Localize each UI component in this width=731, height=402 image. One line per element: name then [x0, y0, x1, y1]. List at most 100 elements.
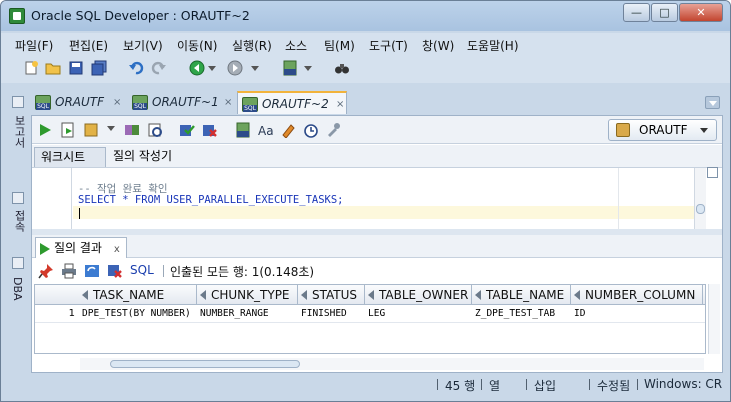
tools-icon[interactable]: [325, 122, 341, 138]
dba-panel-tab[interactable]: DBA: [11, 277, 24, 301]
document-tabs: ORAUTF × ORAUTF~1 × ORAUTF~2 ×: [31, 91, 721, 115]
tab-query-result[interactable]: 질의 결과 x: [35, 237, 127, 258]
sql-history-icon[interactable]: [303, 122, 319, 138]
column-header-table-name[interactable]: TABLE_NAME: [472, 285, 571, 305]
menu-file[interactable]: 파일(F): [15, 37, 53, 54]
autotrace-icon[interactable]: [83, 122, 99, 138]
new-file-icon[interactable]: [23, 60, 39, 76]
panel-option-checkbox[interactable]: [707, 167, 718, 178]
menu-edit[interactable]: 편집(E): [69, 37, 108, 54]
back-icon[interactable]: [189, 60, 205, 76]
current-line-highlight: [73, 206, 695, 219]
reports-panel-tab[interactable]: 보고서: [11, 115, 27, 148]
tab-query-builder[interactable]: 질의 작성기: [107, 147, 178, 167]
back-dropdown-icon[interactable]: [208, 66, 216, 71]
tab-orautf-1[interactable]: ORAUTF~1 ×: [128, 91, 236, 114]
menu-view[interactable]: 보기(V): [123, 37, 163, 54]
tab-orautf-2[interactable]: ORAUTF~2 ×: [237, 91, 347, 114]
connection-selected-value: ORAUTF: [639, 123, 688, 137]
sql-tuning-icon[interactable]: [147, 122, 163, 138]
sql-worksheet-icon: [35, 95, 51, 110]
column-header-table-owner[interactable]: TABLE_OWNER: [365, 285, 472, 305]
grid-vertical-scrollbar[interactable]: [708, 284, 720, 354]
menu-tools[interactable]: 도구(T): [369, 37, 408, 54]
cell-table-owner[interactable]: LEG: [365, 305, 472, 323]
column-header-number-column[interactable]: NUMBER_COLUMN: [571, 285, 703, 305]
sql-editor[interactable]: -- 작업 완료 확인 SELECT * FROM USER_PARALLEL_…: [32, 167, 722, 229]
cell-chunk-type[interactable]: NUMBER_RANGE: [197, 305, 298, 323]
menu-window[interactable]: 창(W): [422, 37, 454, 54]
menu-source[interactable]: 소스: [285, 37, 307, 54]
scroll-thumb[interactable]: [696, 204, 705, 214]
grid-header: TASK_NAME CHUNK_TYPE STATUS TABLE_OWNER …: [35, 285, 705, 305]
column-header-status[interactable]: STATUS: [298, 285, 365, 305]
sql-worksheet-icon[interactable]: [282, 60, 298, 76]
table-row[interactable]: 1 DPE_TEST(BY NUMBER) NUMBER_RANGE FINIS…: [35, 305, 705, 323]
results-grid[interactable]: TASK_NAME CHUNK_TYPE STATUS TABLE_OWNER …: [34, 284, 706, 354]
menu-run[interactable]: 실행(R): [232, 37, 272, 54]
explain-plan-icon[interactable]: [124, 122, 140, 138]
tab-close-icon[interactable]: ×: [336, 93, 344, 116]
forward-dropdown-icon[interactable]: [251, 66, 259, 71]
menu-help[interactable]: 도움말(H): [467, 37, 519, 54]
rollback-icon[interactable]: [202, 122, 218, 138]
editor-vertical-scrollbar[interactable]: [694, 168, 706, 229]
print-icon[interactable]: [61, 263, 77, 279]
sql-button[interactable]: SQL: [130, 263, 154, 277]
redo-icon[interactable]: [151, 60, 167, 76]
pin-icon[interactable]: [38, 263, 54, 279]
open-folder-icon[interactable]: [45, 60, 61, 76]
window-title: Oracle SQL Developer : ORAUTF~2: [31, 8, 250, 23]
column-header-task-name[interactable]: TASK_NAME: [79, 285, 197, 305]
status-divider: [481, 379, 482, 390]
tab-orautf[interactable]: ORAUTF ×: [31, 91, 125, 114]
connection-selector[interactable]: ORAUTF: [608, 119, 717, 141]
maximize-button[interactable]: □: [651, 3, 678, 22]
status-divider: [637, 379, 638, 390]
worksheet-panel: Aa ORAUTF 워크시트 질의 작성기 -- 작업 완료 확인 SELECT…: [31, 115, 723, 373]
run-statement-icon[interactable]: [37, 122, 53, 138]
unshared-sql-worksheet-icon[interactable]: [235, 122, 251, 138]
reports-panel-icon[interactable]: [12, 96, 24, 108]
results-toolbar: SQL 인출된 모든 행: 1(0.148초): [32, 259, 722, 283]
run-icon: [40, 243, 50, 255]
clear-icon[interactable]: [280, 122, 296, 138]
cell-task-name[interactable]: DPE_TEST(BY NUMBER): [79, 305, 197, 323]
undo-icon[interactable]: [128, 60, 144, 76]
scroll-thumb[interactable]: [110, 360, 300, 368]
status-divider: [526, 379, 527, 390]
save-all-icon[interactable]: [91, 60, 107, 76]
database-icon: [616, 123, 630, 137]
commit-icon[interactable]: [179, 122, 195, 138]
connections-panel-icon[interactable]: [12, 192, 24, 204]
tab-close-icon[interactable]: ×: [113, 91, 121, 114]
tab-close-icon[interactable]: ×: [224, 91, 232, 114]
save-icon[interactable]: [68, 60, 84, 76]
cancel-fetch-icon[interactable]: [107, 263, 123, 279]
sql-worksheet-dropdown-icon[interactable]: [304, 66, 312, 71]
cell-number-column[interactable]: ID: [571, 305, 703, 323]
cell-status[interactable]: FINISHED: [298, 305, 365, 323]
worksheet-toolbar: Aa ORAUTF: [32, 116, 722, 144]
run-script-icon[interactable]: [60, 122, 76, 138]
sql-worksheet-icon: [242, 97, 258, 112]
toolbar-divider: [163, 265, 164, 277]
cell-table-name[interactable]: Z_DPE_TEST_TAB: [472, 305, 571, 323]
tab-list-dropdown-icon[interactable]: [705, 96, 720, 109]
minimize-button[interactable]: —: [623, 3, 650, 22]
binoculars-icon[interactable]: [334, 60, 350, 76]
forward-icon[interactable]: [227, 60, 243, 76]
connections-panel-tab[interactable]: 접속: [11, 210, 27, 232]
column-header-chunk-type[interactable]: CHUNK_TYPE: [197, 285, 298, 305]
tab-worksheet[interactable]: 워크시트: [34, 147, 106, 167]
menu-team[interactable]: 팀(M): [324, 37, 355, 54]
change-case-icon[interactable]: Aa: [258, 122, 274, 138]
menu-navigate[interactable]: 이동(N): [177, 37, 217, 54]
dba-panel-icon[interactable]: [12, 257, 24, 269]
close-button[interactable]: ✕: [679, 3, 723, 22]
tab-close-icon[interactable]: x: [114, 244, 120, 255]
autotrace-dropdown-icon[interactable]: [107, 126, 115, 131]
grid-horizontal-scrollbar[interactable]: [80, 358, 704, 370]
app-window: Oracle SQL Developer : ORAUTF~2 — □ ✕ 파일…: [0, 0, 731, 402]
refresh-icon[interactable]: [84, 263, 100, 279]
